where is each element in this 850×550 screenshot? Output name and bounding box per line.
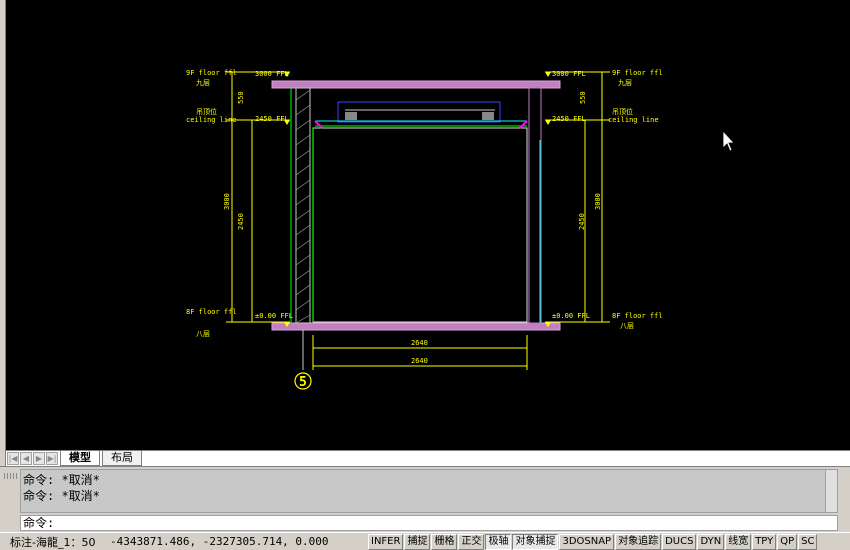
last-tab-icon[interactable]: ▶|	[46, 452, 58, 465]
right-wall	[528, 87, 542, 324]
status-toggle-otrack[interactable]: 对象追踪	[615, 533, 662, 550]
mouse-cursor-icon	[722, 129, 735, 152]
dim-width-2: 2640	[411, 357, 428, 365]
left-dimension-lines	[226, 71, 290, 323]
next-tab-icon[interactable]: ▶	[33, 452, 45, 465]
elev-ceiling-right: 2450 FFL	[552, 115, 586, 123]
dim-right-3000: 3000	[594, 193, 602, 210]
elev-ceiling-left: 2450 FFL	[255, 115, 289, 123]
elev-top-left: 3000 FFL	[255, 70, 289, 78]
annotation-scale[interactable]: 标注-海龍_1：50	[0, 534, 110, 550]
command-history-line: 命令: *取消*	[23, 473, 100, 487]
left-wall	[295, 87, 311, 324]
top-slab	[271, 80, 561, 89]
status-toggle-ducs[interactable]: DUCS	[662, 533, 697, 550]
left-ceiling-cn: 吊顶位	[196, 107, 217, 116]
status-toggle-grid[interactable]: 栅格	[431, 533, 458, 550]
elev-bottom-right: ±0.00 FFL	[552, 312, 590, 320]
command-history-line: 命令: *取消*	[23, 489, 100, 503]
prev-tab-icon[interactable]: ◀	[20, 452, 32, 465]
right-floor-bottom-label: 8F floor ffl	[612, 312, 663, 320]
right-floor-top-label: 9F floor ffl	[612, 69, 663, 77]
light-fixture-left	[345, 112, 357, 120]
cad-drawing[interactable]: 9F floor ffl 九层 吊顶位 ceiling line 8F floo…	[0, 0, 850, 450]
right-floor-bottom-cn: 八层	[620, 322, 634, 330]
status-toggle-qp[interactable]: QP	[777, 533, 798, 550]
status-toggle-snap[interactable]: 捕捉	[404, 533, 431, 550]
right-ceiling-en: ceiling line	[608, 116, 659, 124]
command-history: 命令: *取消* 命令: *取消*	[20, 469, 838, 513]
elev-bottom-left: ±0.00 FFL	[255, 312, 293, 320]
grip-icon[interactable]	[4, 473, 18, 479]
dim-left-2450: 2450	[237, 213, 245, 230]
cornice-right	[519, 120, 528, 129]
command-scrollbar[interactable]	[825, 470, 837, 512]
right-ceiling-cn: 吊顶位	[612, 107, 633, 116]
left-ceiling-en: ceiling line	[186, 116, 237, 124]
status-toggle-polar[interactable]: 极轴	[485, 533, 512, 550]
status-toggle-osnap[interactable]: 对象捕捉	[512, 533, 559, 550]
dim-right-550: 550	[579, 91, 587, 104]
cornice-left	[314, 120, 323, 129]
left-wall-hatch	[295, 89, 311, 324]
status-toggle-3dosnap[interactable]: 3DOSNAP	[559, 533, 615, 550]
drawing-viewport[interactable]: 9F floor ffl 九层 吊顶位 ceiling line 8F floo…	[0, 0, 850, 450]
grid-bubble-label: 5	[299, 375, 307, 390]
left-floor-top-label: 9F floor ffl	[186, 69, 237, 77]
command-prompt: 命令:	[23, 516, 55, 530]
room-outline	[312, 127, 528, 323]
status-toggle-tpy[interactable]: TPY	[752, 533, 777, 550]
elev-top-right: 3000 FFL	[552, 70, 586, 78]
status-toggle-ortho[interactable]: 正交	[458, 533, 485, 550]
left-edge-strip	[0, 0, 6, 470]
dim-left-550: 550	[237, 91, 245, 104]
left-floor-top-cn: 九层	[196, 78, 210, 87]
right-floor-top-cn: 九层	[618, 78, 632, 87]
status-toggle-dyn[interactable]: DYN	[697, 533, 725, 550]
dim-right-2450: 2450	[578, 213, 586, 230]
left-floor-bottom-label: 8F floor ffl	[186, 308, 237, 316]
status-toggle-lineweight[interactable]: 线宽	[725, 533, 752, 550]
tab-layout[interactable]: 布局	[102, 451, 142, 466]
left-floor-bottom-cn: 八层	[196, 330, 210, 338]
first-tab-icon[interactable]: |◀	[7, 452, 19, 465]
dim-width-1: 2640	[411, 339, 428, 347]
layout-tab-bar: |◀ ◀ ▶ ▶| 模型 布局	[6, 450, 850, 466]
command-window: 命令: *取消* 命令: *取消* 命令:	[0, 466, 850, 532]
ceiling-bulkhead	[337, 101, 501, 123]
dim-left-3000: 3000	[223, 193, 231, 210]
light-fixture-right	[482, 112, 494, 120]
status-bar: 标注-海龍_1：50 -4343871.486, -2327305.714, 0…	[0, 532, 850, 550]
status-toggle-sc[interactable]: SC	[798, 533, 818, 550]
coordinate-readout[interactable]: -4343871.486, -2327305.714, 0.000	[110, 535, 368, 548]
command-input[interactable]: 命令:	[20, 515, 838, 531]
bottom-slab	[271, 322, 561, 331]
tab-model[interactable]: 模型	[60, 451, 100, 466]
status-toggle-infer[interactable]: INFER	[368, 533, 404, 550]
